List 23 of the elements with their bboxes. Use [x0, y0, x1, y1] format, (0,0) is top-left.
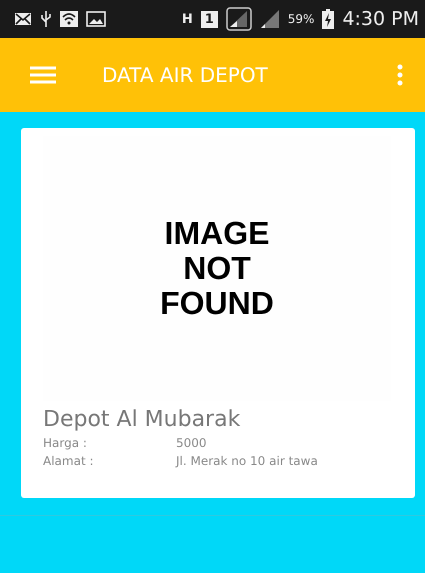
battery-icon	[322, 9, 334, 29]
sim-badge: 1	[200, 10, 218, 28]
mail-icon	[14, 12, 32, 26]
app-title: DATA AIR DEPOT	[102, 63, 269, 87]
field-value: 5000	[176, 436, 207, 450]
depot-card[interactable]: IMAGE NOT FOUND Depot Al Mubarak Harga : 5000 Alamat : Jl. Merak no 10 air tawa	[21, 128, 415, 498]
field-label: Alamat :	[43, 454, 95, 468]
placeholder-text: NOT	[183, 251, 251, 286]
signal-icon	[260, 9, 280, 29]
placeholder-text: IMAGE	[164, 216, 270, 251]
menu-icon[interactable]	[30, 66, 56, 84]
network-type: H	[182, 12, 193, 26]
field-label: Harga :	[43, 436, 88, 450]
battery-level: 59%	[288, 12, 314, 26]
clock: 4:30 PM	[342, 8, 419, 30]
depot-name: Depot Al Mubarak	[43, 407, 242, 432]
usb-icon	[40, 10, 52, 28]
signal-icon	[226, 7, 252, 31]
placeholder-text: FOUND	[160, 286, 274, 321]
wifi-icon	[60, 11, 78, 27]
more-icon[interactable]	[397, 64, 403, 86]
field-value: Jl. Merak no 10 air tawa	[176, 454, 318, 468]
image-icon	[86, 11, 106, 27]
